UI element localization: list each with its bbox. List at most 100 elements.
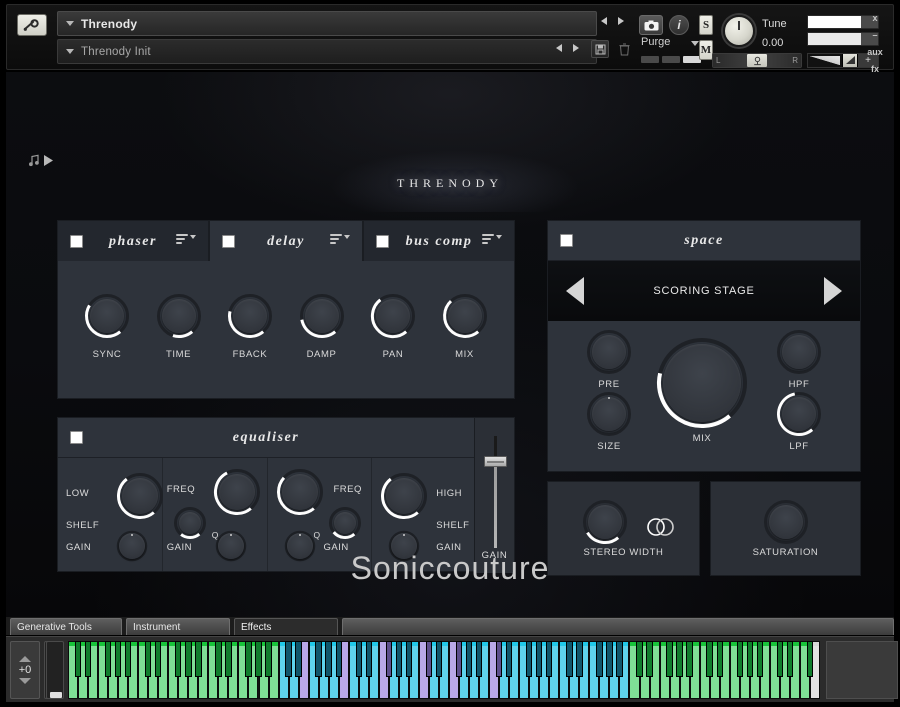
- black-key[interactable]: [646, 641, 653, 677]
- black-key[interactable]: [606, 641, 613, 677]
- arrow-down-icon[interactable]: [19, 678, 31, 684]
- fader-handle[interactable]: [484, 456, 507, 467]
- preset-row[interactable]: Threnody Init: [57, 39, 597, 64]
- black-key[interactable]: [355, 641, 362, 677]
- delay-knob-time[interactable]: [156, 293, 202, 339]
- pan-slider[interactable]: L R: [712, 53, 802, 68]
- tab-phaser[interactable]: phaser: [57, 220, 209, 262]
- eq-freq-knob[interactable]: [276, 468, 324, 516]
- black-key[interactable]: [114, 641, 122, 677]
- black-key[interactable]: [395, 641, 403, 677]
- black-key[interactable]: [736, 641, 743, 677]
- tab-bus-comp[interactable]: bus comp: [363, 220, 515, 262]
- black-key[interactable]: [325, 641, 332, 677]
- black-key[interactable]: [495, 641, 503, 677]
- solo-button[interactable]: S: [699, 15, 713, 35]
- tune-knob[interactable]: [723, 15, 755, 47]
- space-knob-size[interactable]: [586, 391, 632, 437]
- black-key[interactable]: [806, 641, 814, 677]
- black-key[interactable]: [315, 641, 322, 677]
- note-play-icon[interactable]: [28, 154, 54, 167]
- bus-comp-enable-checkbox[interactable]: [376, 235, 389, 248]
- black-key[interactable]: [505, 641, 513, 677]
- eq-freq-knob[interactable]: [116, 472, 164, 520]
- black-key[interactable]: [636, 641, 643, 677]
- black-key[interactable]: [536, 641, 543, 677]
- black-key[interactable]: [245, 641, 252, 677]
- black-key[interactable]: [616, 641, 623, 677]
- black-key[interactable]: [716, 641, 723, 677]
- purge-segment[interactable]: [662, 56, 680, 63]
- black-key[interactable]: [265, 641, 272, 677]
- wrench-icon[interactable]: [17, 14, 47, 36]
- delay-menu-icon[interactable]: [330, 234, 350, 244]
- bus-comp-menu-icon[interactable]: [482, 234, 502, 244]
- next-preset-icon[interactable]: [573, 44, 579, 52]
- black-key[interactable]: [255, 641, 262, 677]
- piano-keyboard[interactable]: [68, 641, 820, 699]
- aux-label[interactable]: aux: [865, 47, 885, 57]
- black-key[interactable]: [465, 641, 473, 677]
- black-key[interactable]: [666, 641, 673, 677]
- space-knob-pre[interactable]: [586, 329, 632, 375]
- black-key[interactable]: [175, 641, 182, 677]
- chevron-down-icon[interactable]: [66, 21, 74, 26]
- fader-track[interactable]: [494, 436, 497, 548]
- delay-knob-damp[interactable]: [299, 293, 345, 339]
- black-key[interactable]: [185, 641, 192, 677]
- octave-transpose[interactable]: +0: [10, 641, 40, 699]
- black-key[interactable]: [576, 641, 583, 677]
- trash-icon[interactable]: [615, 40, 633, 58]
- black-key[interactable]: [435, 641, 443, 677]
- close-icon[interactable]: x: [865, 13, 885, 23]
- black-key[interactable]: [285, 641, 292, 677]
- delay-knob-fback[interactable]: [227, 293, 273, 339]
- eq-freq-knob[interactable]: [213, 468, 261, 516]
- delay-enable-checkbox[interactable]: [222, 235, 235, 248]
- black-key[interactable]: [425, 641, 433, 677]
- bottom-tab-generative-tools[interactable]: Generative Tools: [10, 618, 122, 635]
- black-key[interactable]: [475, 641, 483, 677]
- black-key[interactable]: [455, 641, 463, 677]
- equaliser-enable-checkbox[interactable]: [70, 431, 83, 444]
- black-key[interactable]: [215, 641, 222, 677]
- black-key[interactable]: [155, 641, 162, 677]
- purge-segment[interactable]: [641, 56, 659, 63]
- black-key[interactable]: [756, 641, 764, 677]
- black-key[interactable]: [145, 641, 152, 677]
- camera-icon[interactable]: [639, 15, 663, 35]
- black-key[interactable]: [74, 641, 82, 677]
- arrow-right-icon[interactable]: [824, 277, 842, 305]
- black-key[interactable]: [365, 641, 372, 677]
- black-key[interactable]: [596, 641, 603, 677]
- space-preset-selector[interactable]: SCORING STAGE: [548, 261, 860, 321]
- black-key[interactable]: [195, 641, 202, 677]
- black-key[interactable]: [786, 641, 794, 677]
- arrow-left-icon[interactable]: [566, 277, 584, 305]
- saturation-knob[interactable]: [763, 499, 809, 545]
- black-key[interactable]: [566, 641, 573, 677]
- black-key[interactable]: [686, 641, 693, 677]
- black-key[interactable]: [546, 641, 553, 677]
- black-key[interactable]: [335, 641, 342, 677]
- black-key[interactable]: [295, 641, 302, 677]
- black-key[interactable]: [405, 641, 413, 677]
- space-knob-lpf[interactable]: [776, 391, 822, 437]
- black-key[interactable]: [676, 641, 683, 677]
- tab-delay[interactable]: delay: [209, 220, 363, 262]
- volume-ramp[interactable]: [808, 54, 842, 67]
- minimize-icon[interactable]: –: [865, 30, 885, 40]
- space-knob-hpf[interactable]: [776, 329, 822, 375]
- save-icon[interactable]: [591, 40, 609, 58]
- stereo-width-knob[interactable]: [582, 499, 628, 545]
- black-key[interactable]: [526, 641, 533, 677]
- info-icon[interactable]: i: [669, 15, 689, 35]
- bottom-tab-effects[interactable]: Effects: [234, 618, 338, 635]
- delay-knob-pan[interactable]: [370, 293, 416, 339]
- chevron-down-icon[interactable]: [66, 49, 74, 54]
- space-knob-mix[interactable]: [656, 337, 748, 429]
- phaser-menu-icon[interactable]: [176, 234, 196, 244]
- modulation-wheel[interactable]: [46, 641, 64, 699]
- next-instrument-icon[interactable]: [618, 17, 624, 25]
- mute-button[interactable]: M: [699, 40, 713, 60]
